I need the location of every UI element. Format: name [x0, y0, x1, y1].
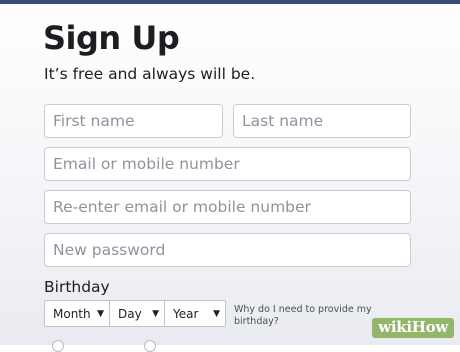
- day-select-value: Day: [118, 306, 142, 321]
- new-password-input[interactable]: [44, 233, 411, 267]
- reenter-email-input[interactable]: [44, 190, 411, 224]
- gender-radio-female[interactable]: [52, 340, 64, 352]
- birthday-month-select[interactable]: Month ▼: [44, 300, 110, 327]
- chevron-down-icon: ▼: [213, 308, 220, 319]
- why-birthday-link[interactable]: Why do I need to provide my birthday?: [234, 304, 374, 328]
- wikihow-watermark: wikiHow: [372, 318, 454, 338]
- birthday-day-select[interactable]: Day ▼: [110, 300, 165, 327]
- first-name-input[interactable]: [44, 104, 223, 138]
- chevron-down-icon: ▼: [97, 308, 104, 319]
- chevron-down-icon: ▼: [152, 308, 159, 319]
- gender-radio-male[interactable]: [144, 340, 156, 352]
- birthday-year-select[interactable]: Year ▼: [165, 300, 226, 327]
- page-title: Sign Up: [43, 19, 180, 57]
- month-select-value: Month: [53, 306, 91, 321]
- birthday-label: Birthday: [44, 278, 110, 296]
- year-select-value: Year: [173, 306, 199, 321]
- email-input[interactable]: [44, 147, 411, 181]
- last-name-input[interactable]: [233, 104, 411, 138]
- top-bar: [0, 0, 460, 4]
- page-subtitle: It’s free and always will be.: [44, 65, 256, 83]
